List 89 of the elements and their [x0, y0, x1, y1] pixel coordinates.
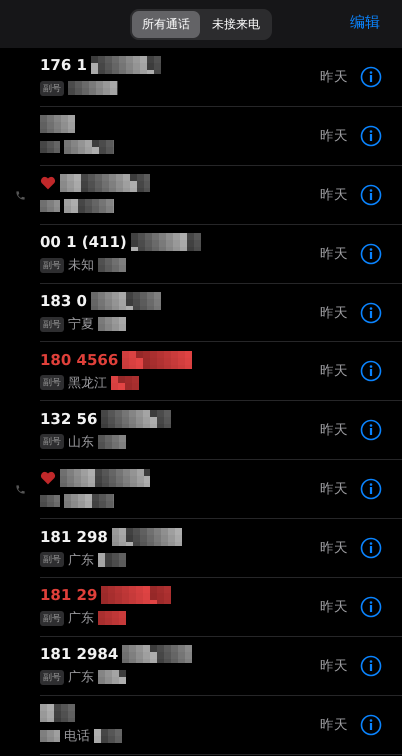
- call-row[interactable]: 昨天: [0, 166, 402, 225]
- redaction-mark: [98, 611, 126, 626]
- info-icon[interactable]: [360, 537, 382, 560]
- info-icon[interactable]: [360, 654, 382, 677]
- secondary-line-tag: 副号: [40, 610, 64, 626]
- redaction-mark: [40, 704, 75, 722]
- phone-number: 180 4566: [40, 350, 118, 369]
- call-row[interactable]: 电话 昨天: [0, 696, 402, 755]
- location-label: 山东: [68, 434, 94, 451]
- redaction-mark: [64, 140, 114, 154]
- info-icon[interactable]: [360, 66, 382, 88]
- call-row[interactable]: 181 2984 副号 广东 昨天: [0, 636, 402, 696]
- info-icon[interactable]: [360, 302, 382, 324]
- redaction-mark: [98, 552, 126, 567]
- secondary-line-tag: 副号: [40, 316, 64, 332]
- call-row[interactable]: 181 29 副号 广东 昨天: [0, 578, 402, 637]
- secondary-line-tag: 副号: [40, 80, 64, 96]
- redaction-mark: [98, 317, 126, 331]
- phone-number: 00 1 (411): [40, 233, 127, 252]
- redaction-mark: [40, 115, 75, 134]
- redaction-mark: [40, 494, 60, 507]
- call-time: 昨天: [320, 598, 348, 616]
- location-label: 未知: [68, 257, 94, 274]
- call-row[interactable]: 183 0 副号 宁夏 昨天: [0, 284, 402, 342]
- redaction-mark: [98, 258, 126, 272]
- location-label: 电话: [64, 728, 90, 746]
- redaction-mark: [101, 586, 172, 604]
- call-time: 昨天: [320, 656, 348, 675]
- phone-number: 183 0: [40, 292, 87, 310]
- phone-number: 176 1: [40, 56, 87, 74]
- location-label: 宁夏: [68, 316, 94, 333]
- info-icon[interactable]: [360, 714, 382, 736]
- redaction-mark: [94, 729, 122, 744]
- redaction-mark: [122, 350, 192, 369]
- call-time: 昨天: [320, 362, 348, 380]
- call-time: 昨天: [320, 539, 348, 558]
- redaction-mark: [130, 233, 201, 252]
- phone-number: 181 29: [40, 586, 98, 604]
- secondary-line-tag: 副号: [40, 258, 64, 273]
- call-row[interactable]: 00 1 (411) 副号 未知 昨天: [0, 224, 402, 284]
- phone-number: 181 2984: [40, 645, 118, 664]
- location-label: 广东: [68, 610, 94, 628]
- filter-tab[interactable]: 未接来电: [202, 10, 270, 38]
- redaction-mark: [98, 670, 126, 684]
- info-icon[interactable]: [360, 419, 382, 442]
- info-icon[interactable]: [360, 596, 382, 618]
- call-time: 昨天: [320, 68, 348, 86]
- phone-number: 181 298: [40, 528, 108, 546]
- redaction-mark: [122, 645, 192, 664]
- redaction-mark: [40, 141, 60, 154]
- call-time: 昨天: [320, 244, 348, 263]
- redaction-mark: [40, 200, 60, 212]
- call-row[interactable]: 180 4566 副号 黑龙江 昨天: [0, 342, 402, 402]
- secondary-line-tag: 副号: [40, 434, 64, 450]
- info-icon[interactable]: [360, 184, 382, 206]
- location-label: 广东: [68, 552, 94, 569]
- info-icon[interactable]: [360, 242, 382, 265]
- phone-number: 132 56: [40, 410, 98, 428]
- redaction-mark: [40, 730, 60, 742]
- redaction-mark: [64, 494, 114, 508]
- call-time: 昨天: [320, 716, 348, 734]
- secondary-line-tag: 副号: [40, 552, 64, 568]
- secondary-line-tag: 副号: [40, 375, 64, 390]
- call-row[interactable]: 181 298 副号 广东 昨天: [0, 519, 402, 578]
- secondary-line-tag: 副号: [40, 670, 64, 685]
- info-icon[interactable]: [360, 478, 382, 500]
- redaction-mark: [64, 199, 114, 214]
- call-time: 昨天: [320, 421, 348, 440]
- call-row[interactable]: 昨天: [0, 460, 402, 520]
- call-row[interactable]: 176 1 副号 昨天: [0, 48, 402, 107]
- info-icon[interactable]: [360, 124, 382, 147]
- redaction-mark: [90, 56, 161, 74]
- redaction-mark: [98, 434, 126, 449]
- edit-button[interactable]: 编辑: [350, 13, 380, 32]
- redaction-mark: [68, 81, 118, 96]
- call-row[interactable]: 132 56 副号 山东 昨天: [0, 401, 402, 460]
- filter-tab[interactable]: 所有通话: [132, 10, 200, 38]
- call-row[interactable]: 昨天: [0, 106, 402, 166]
- call-time: 昨天: [320, 186, 348, 204]
- location-label: 黑龙江: [68, 374, 107, 392]
- redaction-mark: [90, 292, 161, 310]
- info-icon[interactable]: [360, 360, 382, 382]
- redaction-mark: [101, 410, 172, 428]
- location-label: 广东: [68, 669, 94, 686]
- call-time: 昨天: [320, 304, 348, 322]
- call-time: 昨天: [320, 480, 348, 498]
- call-time: 昨天: [320, 126, 348, 145]
- redaction-mark: [112, 528, 182, 546]
- redaction-mark: [111, 376, 139, 390]
